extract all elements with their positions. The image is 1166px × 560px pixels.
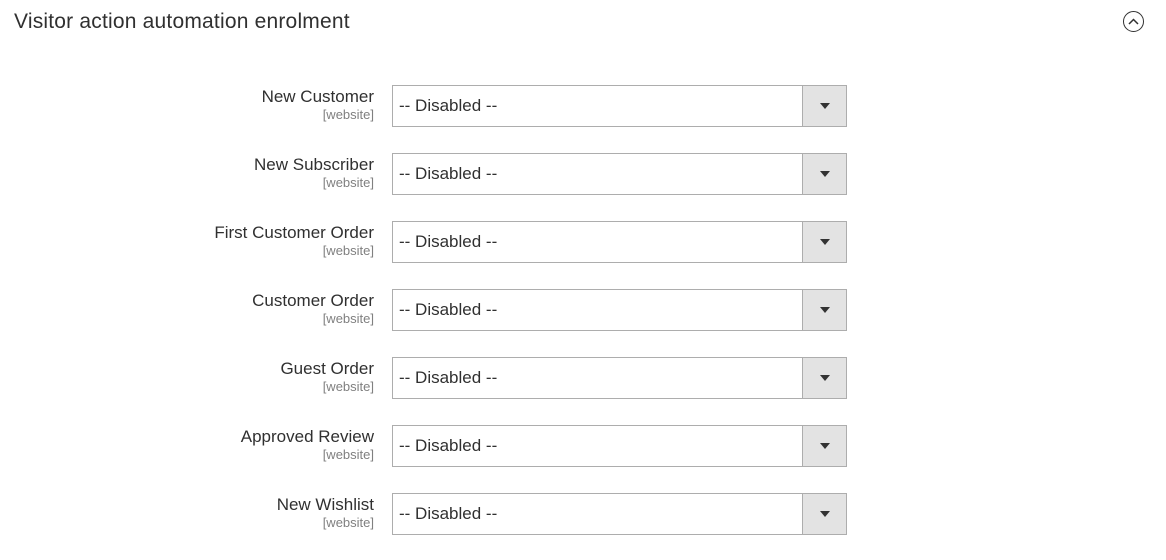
field-label: New Wishlist bbox=[276, 495, 374, 514]
field-row-guest-order: Guest Order [website] -- Disabled -- bbox=[0, 357, 1166, 399]
triangle-down-icon bbox=[819, 239, 830, 245]
field-row-first-customer-order: First Customer Order [website] -- Disabl… bbox=[0, 221, 1166, 263]
select-value: -- Disabled -- bbox=[399, 368, 498, 387]
scope-label: [website] bbox=[322, 379, 374, 394]
dropdown-arrow-button[interactable] bbox=[802, 358, 846, 398]
select-value: -- Disabled -- bbox=[399, 164, 498, 183]
scope-label: [website] bbox=[322, 311, 374, 326]
scope-label: [website] bbox=[322, 243, 374, 258]
field-label: First Customer Order bbox=[214, 223, 374, 242]
new-customer-select[interactable]: -- Disabled -- bbox=[392, 85, 847, 127]
field-row-new-customer: New Customer [website] -- Disabled -- bbox=[0, 85, 1166, 127]
field-label: Approved Review bbox=[240, 427, 374, 446]
dropdown-arrow-button[interactable] bbox=[802, 154, 846, 194]
guest-order-select[interactable]: -- Disabled -- bbox=[392, 357, 847, 399]
field-label-group: Customer Order [website] bbox=[252, 290, 374, 327]
field-row-new-subscriber: New Subscriber [website] -- Disabled -- bbox=[0, 153, 1166, 195]
triangle-down-icon bbox=[819, 103, 830, 109]
triangle-down-icon bbox=[819, 443, 830, 449]
select-value: -- Disabled -- bbox=[399, 504, 498, 523]
field-label: New Customer bbox=[261, 87, 374, 106]
chevron-up-icon bbox=[1128, 18, 1139, 25]
scope-label: [website] bbox=[322, 447, 374, 462]
scope-label: [website] bbox=[322, 175, 374, 190]
select-value: -- Disabled -- bbox=[399, 232, 498, 251]
new-wishlist-select[interactable]: -- Disabled -- bbox=[392, 493, 847, 535]
field-label-group: New Subscriber [website] bbox=[254, 154, 374, 191]
dropdown-arrow-button[interactable] bbox=[802, 86, 846, 126]
approved-review-select[interactable]: -- Disabled -- bbox=[392, 425, 847, 467]
triangle-down-icon bbox=[819, 171, 830, 177]
triangle-down-icon bbox=[819, 307, 830, 313]
dropdown-arrow-button[interactable] bbox=[802, 222, 846, 262]
new-subscriber-select[interactable]: -- Disabled -- bbox=[392, 153, 847, 195]
field-label: Customer Order bbox=[252, 291, 374, 310]
field-row-approved-review: Approved Review [website] -- Disabled -- bbox=[0, 425, 1166, 467]
select-value: -- Disabled -- bbox=[399, 436, 498, 455]
triangle-down-icon bbox=[819, 375, 830, 381]
field-label-group: New Wishlist [website] bbox=[277, 494, 374, 531]
select-value: -- Disabled -- bbox=[399, 96, 498, 115]
dropdown-arrow-button[interactable] bbox=[802, 494, 846, 534]
field-row-customer-order: Customer Order [website] -- Disabled -- bbox=[0, 289, 1166, 331]
customer-order-select[interactable]: -- Disabled -- bbox=[392, 289, 847, 331]
field-label-group: New Customer [website] bbox=[262, 86, 374, 123]
triangle-down-icon bbox=[819, 511, 830, 517]
field-label-group: Approved Review [website] bbox=[241, 426, 374, 463]
scope-label: [website] bbox=[322, 107, 374, 122]
field-label-group: Guest Order [website] bbox=[280, 358, 374, 395]
section-title[interactable]: Visitor action automation enrolment bbox=[14, 8, 350, 36]
field-row-new-wishlist: New Wishlist [website] -- Disabled -- bbox=[0, 493, 1166, 535]
field-label: New Subscriber bbox=[254, 155, 374, 174]
dropdown-arrow-button[interactable] bbox=[802, 426, 846, 466]
collapse-toggle-button[interactable] bbox=[1123, 11, 1144, 32]
first-customer-order-select[interactable]: -- Disabled -- bbox=[392, 221, 847, 263]
field-label-group: First Customer Order [website] bbox=[214, 222, 374, 259]
dropdown-arrow-button[interactable] bbox=[802, 290, 846, 330]
select-value: -- Disabled -- bbox=[399, 300, 498, 319]
field-label: Guest Order bbox=[280, 359, 374, 378]
scope-label: [website] bbox=[322, 515, 374, 530]
